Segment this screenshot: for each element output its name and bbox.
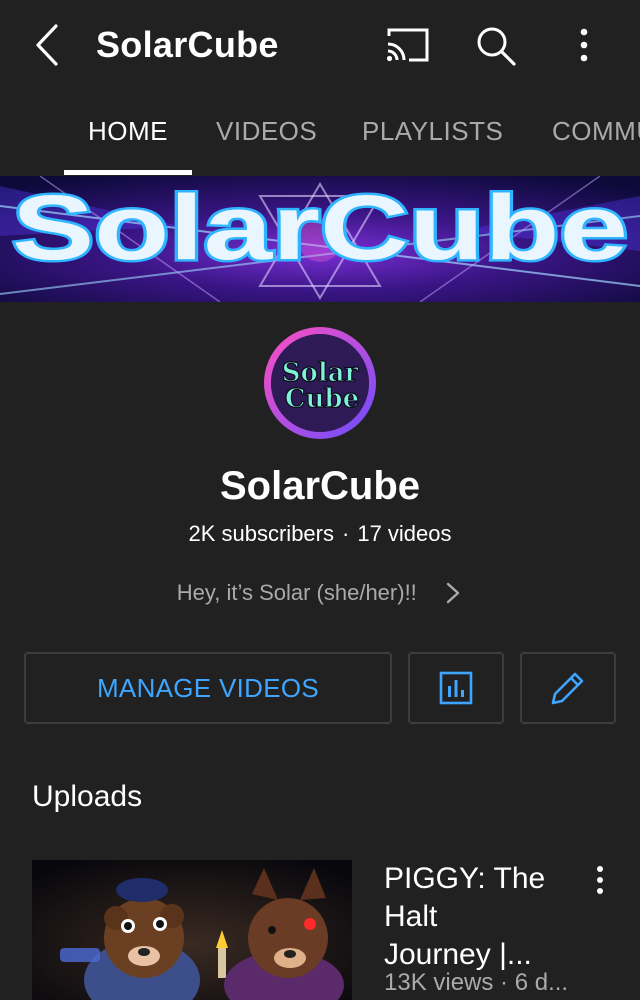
app-bar: SolarCube — [0, 0, 640, 90]
stats-separator: · — [342, 521, 350, 546]
video-title-line: PIGGY: The — [384, 862, 546, 895]
video-count: 17 videos — [357, 521, 452, 546]
channel-about-link[interactable]: Hey, it’s Solar (she/her)!! — [0, 574, 640, 614]
manage-videos-button[interactable]: MANAGE VIDEOS — [24, 652, 392, 724]
edit-pencil-icon — [551, 672, 584, 705]
channel-description: Hey, it’s Solar (she/her)!! — [176, 580, 417, 605]
more-vert-icon — [597, 866, 603, 894]
video-more-button[interactable] — [588, 862, 612, 898]
analytics-icon — [439, 671, 473, 705]
cast-icon — [386, 28, 429, 62]
chevron-right-icon — [447, 582, 460, 604]
channel-avatar[interactable]: Solar Cube — [263, 326, 377, 440]
search-button[interactable] — [474, 24, 518, 68]
avatar-text-line2: Cube — [285, 384, 359, 414]
analytics-button[interactable] — [408, 652, 504, 724]
channel-stats: 2K subscribers · 17 videos — [0, 518, 640, 550]
more-options-button[interactable] — [570, 24, 598, 68]
channel-name: SolarCube — [219, 464, 421, 508]
more-vert-icon — [580, 28, 588, 62]
video-title[interactable]: PIGGY: The Halt Journey |... — [384, 860, 584, 974]
search-icon — [477, 27, 516, 66]
channel-tabs: HOME VIDEOS PLAYLISTS COMMUNITY — [0, 92, 640, 176]
video-metadata: 13K views · 6 d... — [384, 969, 569, 996]
video-title-line: Halt — [384, 900, 438, 933]
uploads-section-title: Uploads — [32, 780, 143, 813]
app-title: SolarCube — [96, 24, 279, 65]
active-tab-indicator — [64, 170, 192, 175]
subscriber-count: 2K subscribers — [188, 521, 334, 546]
tab-home[interactable]: HOME — [88, 92, 168, 172]
tab-videos[interactable]: VIDEOS — [216, 92, 317, 172]
tab-community[interactable]: COMMUNITY — [552, 92, 640, 172]
edit-channel-button[interactable] — [520, 652, 616, 724]
video-list-item[interactable]: PIGGY: The Halt Journey |... 13K views ·… — [32, 860, 640, 1000]
tab-playlists[interactable]: PLAYLISTS — [362, 92, 503, 172]
channel-banner: SolarCube — [0, 176, 640, 302]
chevron-left-icon — [36, 24, 58, 66]
back-button[interactable] — [28, 22, 68, 68]
banner-text: SolarCube — [12, 177, 628, 279]
cast-button[interactable] — [385, 26, 429, 64]
video-thumbnail[interactable] — [32, 860, 352, 1000]
